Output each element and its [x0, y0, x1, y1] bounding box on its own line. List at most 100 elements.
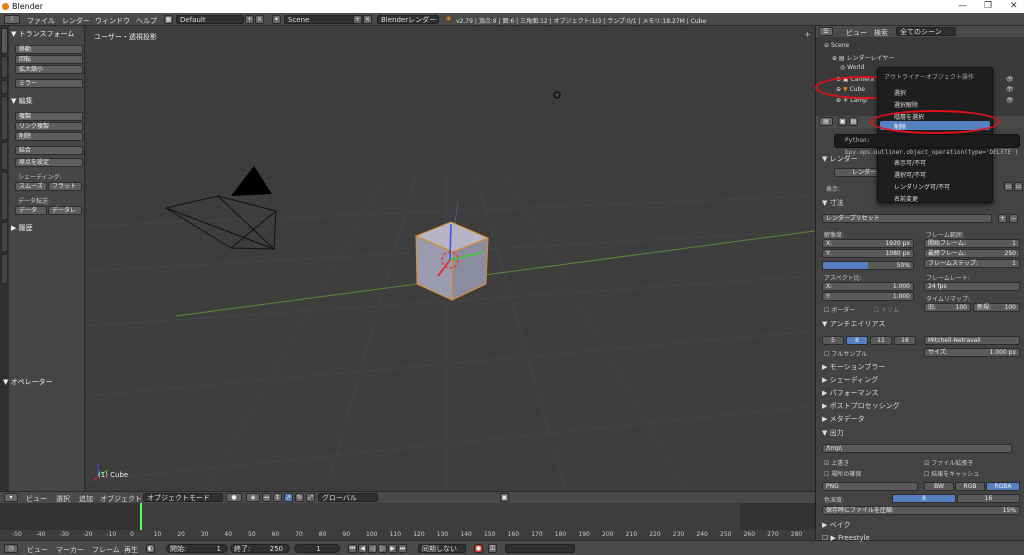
- menu-frame[interactable]: フレーム: [92, 545, 120, 555]
- panel-metadata[interactable]: ▶ メタデータ: [822, 414, 1022, 425]
- pivot-icon[interactable]: ◈: [246, 493, 260, 502]
- color-rgb-toggle[interactable]: RGB: [955, 482, 985, 491]
- aa-filter-select[interactable]: Mitchell-Netravali: [924, 336, 1020, 345]
- world-row[interactable]: ◎ World: [840, 64, 864, 71]
- crop-checkbox[interactable]: ☐ トリム: [874, 305, 899, 314]
- remove-scene-icon[interactable]: ×: [363, 15, 372, 24]
- tab-grease-pencil[interactable]: [1, 172, 8, 220]
- tab-physics[interactable]: [1, 142, 8, 170]
- add-scene-icon[interactable]: +: [353, 15, 362, 24]
- duplicate-button[interactable]: 複製: [15, 112, 83, 121]
- framerate-select[interactable]: 24 fps: [924, 282, 1020, 291]
- panel-transform[interactable]: ▼ トランスフォーム: [11, 29, 74, 39]
- move-manip-icon[interactable]: ↗: [284, 493, 293, 502]
- border-checkbox[interactable]: ☐ ボーダー: [824, 305, 855, 314]
- remove-preset-icon[interactable]: −: [1009, 214, 1018, 223]
- flat-button[interactable]: フラット: [48, 182, 82, 191]
- keying-set-field[interactable]: [505, 544, 575, 553]
- aa-samples-8[interactable]: 8: [846, 336, 868, 345]
- move-button[interactable]: 移動: [15, 45, 83, 54]
- maximize-icon[interactable]: ❐: [984, 1, 992, 11]
- display-filter-select[interactable]: 全てのシーン: [896, 27, 956, 36]
- panel-history[interactable]: ▶ 履歴: [11, 223, 33, 233]
- data-layout-button[interactable]: データレ: [48, 206, 82, 215]
- scene-field[interactable]: Scene: [284, 15, 364, 24]
- editor-type-icon[interactable]: ☰: [819, 27, 833, 36]
- menu-search[interactable]: 検索: [874, 28, 888, 38]
- play-reverse-icon[interactable]: ◁: [368, 544, 377, 553]
- display-toggle2-icon[interactable]: ▭: [1014, 182, 1023, 191]
- close-icon[interactable]: ✕: [1010, 1, 1018, 11]
- screen-field[interactable]: Default: [176, 15, 244, 24]
- output-path-field[interactable]: /tmp\: [822, 444, 1012, 453]
- frame-step-field[interactable]: フレームステップ: 1: [924, 259, 1020, 268]
- overwrite-checkbox[interactable]: ☑ 上書き: [824, 458, 849, 467]
- menu-help[interactable]: ヘルプ: [136, 16, 157, 26]
- delete-button[interactable]: 削除: [15, 132, 83, 141]
- tab-relations[interactable]: [1, 80, 8, 94]
- panel-edit[interactable]: ▼ 編集: [11, 96, 33, 106]
- panel-operator[interactable]: ▼ オペレーター: [3, 377, 53, 387]
- depth-8-toggle[interactable]: 8: [892, 494, 956, 503]
- smooth-button[interactable]: スムーズ: [15, 182, 47, 191]
- render-engine-select[interactable]: Blenderレンダー: [377, 15, 439, 24]
- editor-type-icon[interactable]: ◷: [4, 544, 18, 553]
- scale-manip-icon[interactable]: ⤢: [306, 493, 315, 502]
- start-frame-field[interactable]: 開始: 1: [166, 544, 228, 553]
- current-frame-marker[interactable]: [140, 503, 142, 530]
- menu-marker[interactable]: マーカー: [56, 545, 84, 555]
- sync-select[interactable]: 同期しない: [418, 544, 466, 553]
- file-extension-checkbox[interactable]: ☑ ファイル拡張子: [924, 458, 973, 467]
- visibility-icon[interactable]: 👁: [1006, 97, 1014, 104]
- tab-render-icon[interactable]: ▣: [838, 117, 847, 126]
- render-preset-select[interactable]: レンダープリセット: [822, 214, 992, 223]
- minimize-icon[interactable]: —: [958, 1, 967, 11]
- color-rgba-toggle[interactable]: RGBA: [986, 482, 1020, 491]
- next-key-icon[interactable]: ▶: [388, 544, 397, 553]
- end-frame-field[interactable]: 終了: 250: [230, 544, 290, 553]
- panel-antialiasing[interactable]: ▼ アンチエイリアス: [822, 319, 1022, 330]
- mirror-button[interactable]: ミラー: [15, 79, 83, 88]
- filter-size-field[interactable]: サイズ: 1.000 px: [924, 348, 1020, 357]
- orientation-select[interactable]: グローバル: [318, 493, 378, 502]
- mode-select[interactable]: オブジェクトモード: [143, 493, 223, 502]
- remap-old-field[interactable]: 旧: 100: [924, 303, 971, 312]
- keying-set-icon[interactable]: ⚿: [488, 544, 497, 553]
- record-icon[interactable]: ●: [474, 544, 483, 553]
- menu-playback[interactable]: 再生: [124, 545, 138, 555]
- start-frame-field[interactable]: 開始フレーム: 1: [924, 239, 1020, 248]
- panel-post-processing[interactable]: ▶ ポストプロセッシング: [822, 401, 1022, 412]
- file-format-select[interactable]: PNG: [822, 482, 918, 491]
- res-x-field[interactable]: X: 1920 px: [822, 239, 914, 248]
- menu-item-toggle-visibility[interactable]: 表示可/不可: [894, 158, 926, 167]
- tab-tools[interactable]: [1, 28, 8, 54]
- placeholders-checkbox[interactable]: ☐ 場所の確保: [824, 469, 861, 478]
- compression-slider[interactable]: 保存時にファイルを圧縮: 15%: [822, 506, 1020, 515]
- editor-type-icon[interactable]: i: [4, 15, 20, 24]
- jump-start-icon[interactable]: ⏮: [348, 544, 357, 553]
- link-duplicate-button[interactable]: リンク複製: [15, 122, 83, 131]
- render-layers-row[interactable]: ⊕ ▤ レンダーレイヤー: [832, 53, 894, 62]
- timeline[interactable]: -50 -40 -30 -20 -10 0 10 20 30 40 50 60 70 80 90 100 110…: [0, 503, 815, 540]
- manipulator-icon[interactable]: ↔: [262, 493, 271, 502]
- color-bw-toggle[interactable]: BW: [924, 482, 954, 491]
- preview-range-icon[interactable]: ◐: [146, 544, 155, 553]
- menu-item-toggle-selectable[interactable]: 選択可/不可: [894, 170, 926, 179]
- tab-layers-icon[interactable]: ▤: [849, 117, 858, 126]
- editor-type-icon[interactable]: ▤: [819, 117, 833, 126]
- panel-bake[interactable]: ▶ ベイク: [822, 520, 1022, 531]
- menu-view[interactable]: ビュー: [846, 28, 867, 38]
- snap-icon[interactable]: ▣: [500, 493, 509, 502]
- panel-motion-blur[interactable]: ▶ モーションブラー: [822, 362, 1022, 373]
- depth-16-toggle[interactable]: 16: [957, 494, 1020, 503]
- play-icon[interactable]: ▷: [378, 544, 387, 553]
- add-screen-icon[interactable]: +: [245, 15, 254, 24]
- menu-item-rename[interactable]: 名前変更: [894, 194, 918, 203]
- cache-result-checkbox[interactable]: ☐ 結果をキャッシュ: [924, 469, 979, 478]
- res-percentage-slider[interactable]: 50%: [822, 261, 914, 270]
- menu-file[interactable]: ファイル: [27, 16, 55, 26]
- panel-output[interactable]: ▼ 出力: [822, 428, 1022, 439]
- add-preset-icon[interactable]: +: [998, 214, 1007, 223]
- aa-samples-11[interactable]: 11: [870, 336, 892, 345]
- aspect-x-field[interactable]: X: 1.000: [822, 282, 914, 291]
